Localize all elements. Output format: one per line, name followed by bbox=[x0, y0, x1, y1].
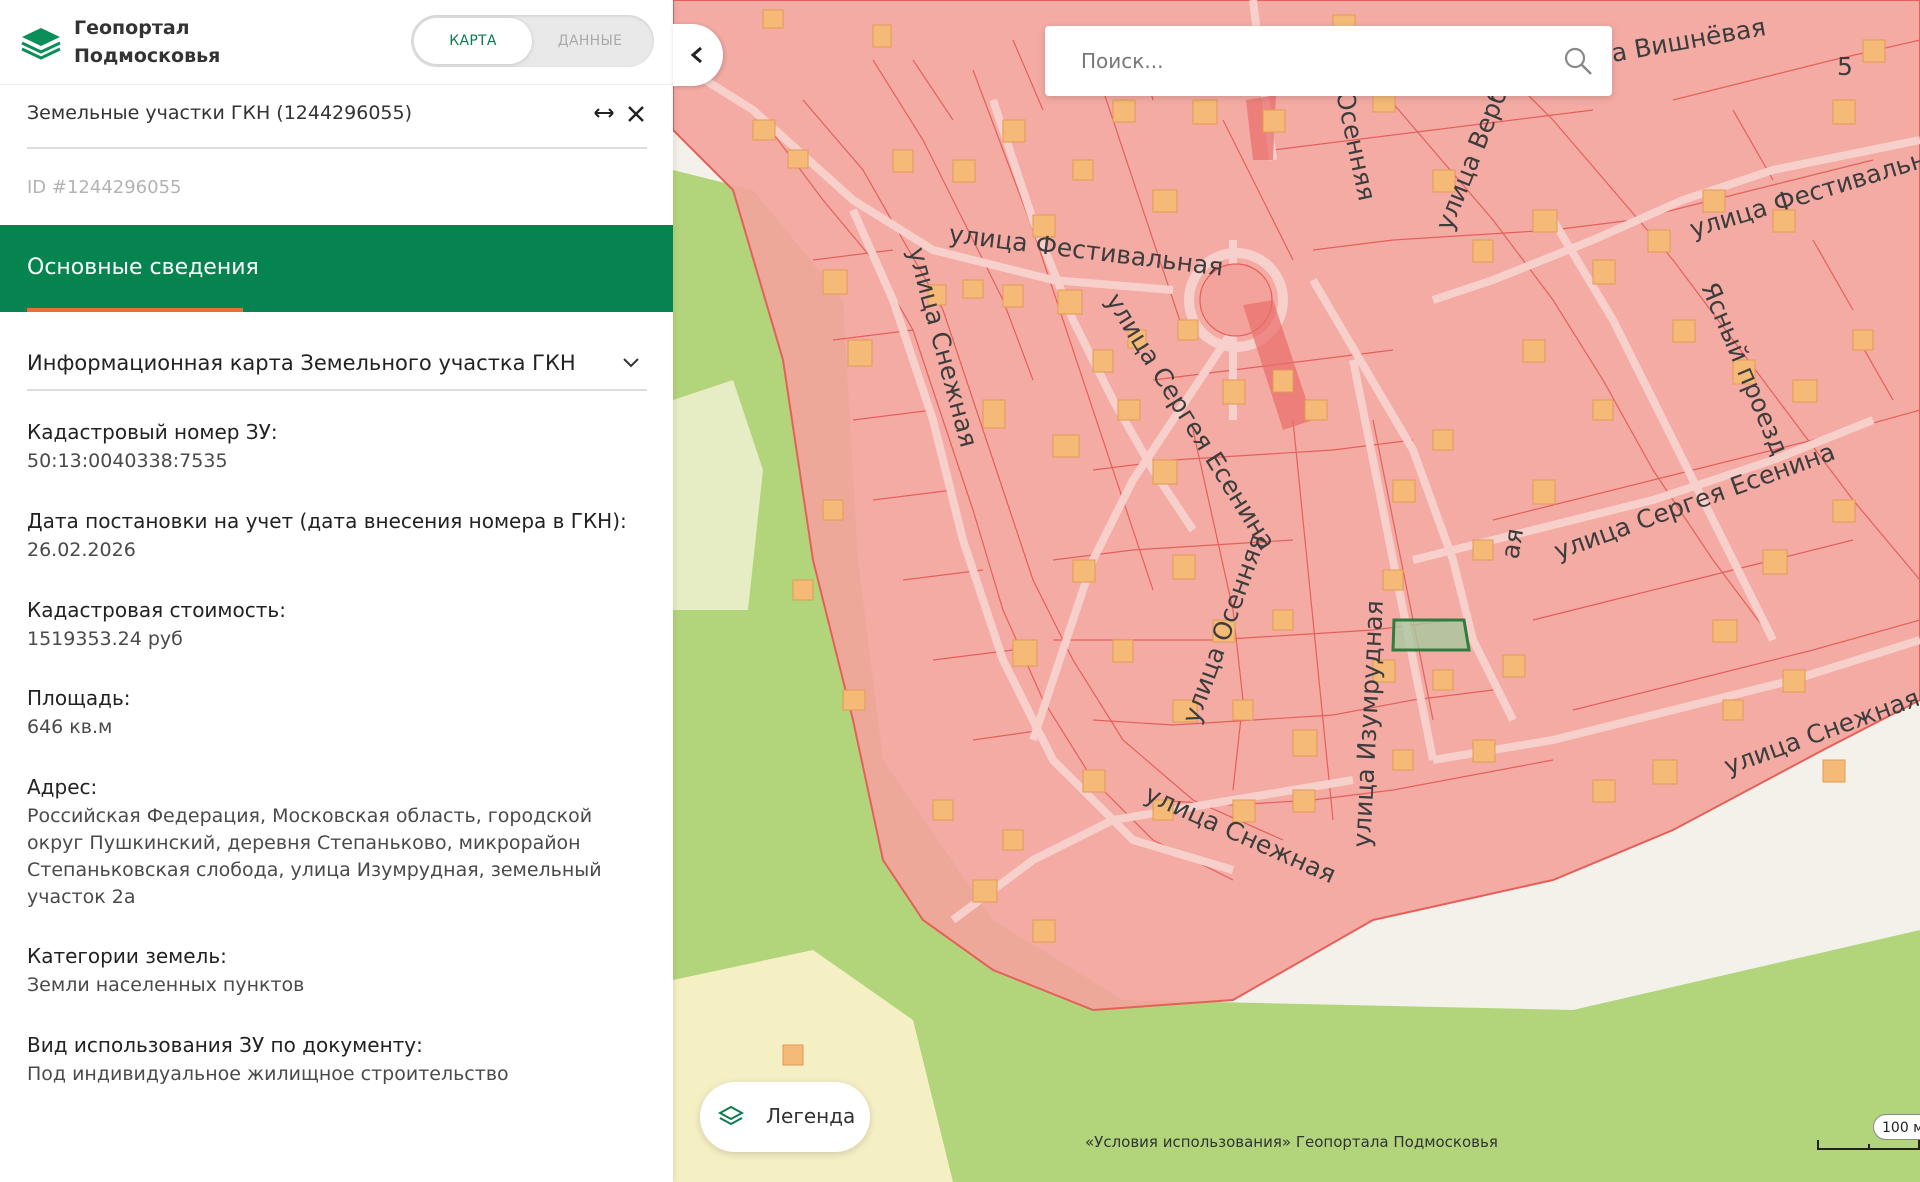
field-label: Адрес: bbox=[27, 775, 98, 799]
brand-line-1: Геопортал bbox=[74, 17, 190, 39]
layer-title: Земельные участки ГКН (1244296055) bbox=[27, 102, 412, 124]
field-value: Под индивидуальное жилищное строительств… bbox=[27, 1063, 509, 1085]
search-box bbox=[1045, 26, 1612, 96]
brand-line-2: Подмосковья bbox=[74, 45, 221, 67]
field-label: Кадастровая стоимость: bbox=[27, 598, 286, 622]
scale-bar bbox=[1817, 1140, 1920, 1150]
tab-bar: Основные сведения bbox=[0, 225, 673, 312]
map-canvas[interactable]: улица Фестивальная улица Фестивальн улиц… bbox=[673, 0, 1920, 1182]
field-registration-date: Дата постановки на учет (дата внесения н… bbox=[27, 507, 647, 564]
scale-label: 100 м bbox=[1873, 1114, 1920, 1140]
field-value: 1519353.24 руб bbox=[27, 628, 183, 650]
field-land-use: Вид использования ЗУ по документу: Под и… bbox=[27, 1031, 647, 1088]
field-label: Категории земель: bbox=[27, 944, 227, 968]
field-value: 646 кв.м bbox=[27, 716, 113, 738]
info-card-dropdown[interactable]: Информационная карта Земельного участка … bbox=[27, 345, 647, 391]
toggle-data-button[interactable]: ДАННЫЕ bbox=[531, 18, 649, 64]
chevron-left-icon bbox=[690, 46, 702, 64]
field-label: Вид использования ЗУ по документу: bbox=[27, 1033, 423, 1057]
field-value: 26.02.2026 bbox=[27, 539, 136, 561]
info-sidebar: Геопортал Подмосковья КАРТА ДАННЫЕ Земел… bbox=[0, 0, 673, 1182]
field-land-category: Категории земель: Земли населенных пункт… bbox=[27, 942, 647, 999]
sidebar-header: Геопортал Подмосковья КАРТА ДАННЫЕ bbox=[0, 0, 673, 85]
search-input[interactable] bbox=[1079, 40, 1543, 82]
layers-icon bbox=[718, 1105, 744, 1126]
street-label: ая bbox=[1495, 526, 1529, 561]
field-label: Площадь: bbox=[27, 686, 131, 710]
expand-horizontal-icon[interactable] bbox=[593, 102, 615, 124]
search-icon[interactable] bbox=[1563, 46, 1593, 76]
legend-button[interactable]: Легенда bbox=[700, 1082, 870, 1152]
terms-of-use-link[interactable]: «Условия использования» Геопортала Подмо… bbox=[1085, 1133, 1498, 1151]
divider bbox=[27, 147, 647, 149]
field-address: Адрес: Российская Федерация, Московская … bbox=[27, 773, 647, 911]
house-number: 5 bbox=[1837, 52, 1853, 81]
field-cadastral-cost: Кадастровая стоимость: 1519353.24 руб bbox=[27, 596, 647, 653]
close-icon[interactable] bbox=[627, 105, 645, 123]
map-layer[interactable]: улица Фестивальная улица Фестивальн улиц… bbox=[673, 0, 1920, 1182]
brand-name: Геопортал Подмосковья bbox=[74, 14, 220, 70]
chevron-down-icon bbox=[623, 358, 639, 368]
active-tab-indicator bbox=[27, 308, 243, 312]
tab-main-info[interactable]: Основные сведения bbox=[27, 255, 259, 280]
field-label: Дата постановки на учет (дата внесения н… bbox=[27, 509, 627, 533]
field-value: 50:13:0040338:7535 bbox=[27, 450, 228, 472]
field-cadastral-number: Кадастровый номер ЗУ: 50:13:0040338:7535 bbox=[27, 418, 647, 475]
object-id: ID #1244296055 bbox=[27, 177, 182, 198]
field-value: Российская Федерация, Московская область… bbox=[27, 805, 602, 908]
field-value: Земли населенных пунктов bbox=[27, 974, 305, 996]
toggle-map-button[interactable]: КАРТА bbox=[414, 18, 532, 64]
field-area: Площадь: 646 кв.м bbox=[27, 684, 647, 741]
legend-label: Легенда bbox=[766, 1104, 856, 1128]
info-card-dropdown-label: Информационная карта Земельного участка … bbox=[27, 351, 576, 375]
selected-parcel[interactable] bbox=[1391, 618, 1471, 652]
layers-logo-icon bbox=[21, 28, 61, 60]
field-label: Кадастровый номер ЗУ: bbox=[27, 420, 278, 444]
view-toggle: КАРТА ДАННЫЕ bbox=[411, 15, 654, 67]
